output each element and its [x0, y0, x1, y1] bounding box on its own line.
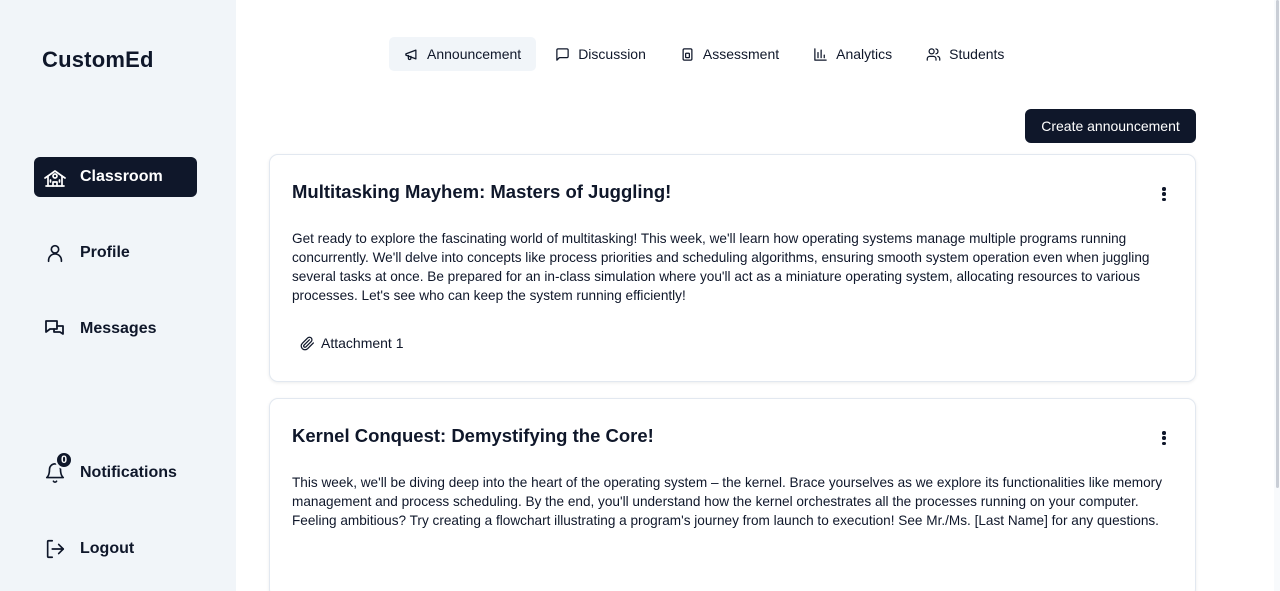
- school-icon: [42, 164, 68, 190]
- paperclip-icon: [300, 335, 316, 351]
- tab-label: Assessment: [702, 46, 780, 62]
- clipboard-icon: [680, 46, 696, 62]
- users-icon: [926, 46, 942, 62]
- tab-label: Analytics: [836, 46, 893, 62]
- tab-announcement[interactable]: Announcement: [389, 37, 537, 71]
- announcement-title: Kernel Conquest: Demystifying the Core!: [292, 425, 654, 446]
- sidebar: CustomEd Classroom Profile Messages 0 No…: [0, 0, 236, 591]
- sidebar-item-messages[interactable]: Messages: [34, 309, 197, 349]
- tab-label: Announcement: [427, 46, 522, 62]
- announcement-body: This week, we'll be diving deep into the…: [292, 475, 1163, 528]
- tab-assessment[interactable]: Assessment: [665, 37, 794, 71]
- brand-logo[interactable]: CustomEd: [42, 47, 154, 73]
- message-square-icon: [555, 46, 571, 62]
- tab-students[interactable]: Students: [911, 37, 1019, 71]
- tab-label: Discussion: [578, 46, 646, 62]
- attachment-link[interactable]: Attachment 1: [300, 331, 404, 355]
- announcement-title: Multitasking Mayhem: Masters of Juggling…: [292, 181, 672, 202]
- notification-count-badge: 0: [55, 451, 73, 469]
- messages-icon: [42, 316, 68, 342]
- sidebar-item-label: Profile: [80, 244, 130, 261]
- sidebar-item-profile[interactable]: Profile: [34, 233, 197, 273]
- sidebar-item-classroom[interactable]: Classroom: [34, 157, 197, 197]
- bar-chart-icon: [813, 46, 829, 62]
- sidebar-item-label: Classroom: [80, 168, 163, 185]
- tab-analytics[interactable]: Analytics: [798, 37, 907, 71]
- logout-icon: [42, 536, 68, 562]
- sidebar-item-notifications[interactable]: 0 Notifications: [34, 451, 197, 493]
- sidebar-item-logout[interactable]: Logout: [34, 529, 197, 569]
- classroom-tabs: Announcement Discussion Assessment Analy…: [389, 37, 1023, 71]
- user-icon: [42, 240, 68, 266]
- sidebar-item-label: Notifications: [80, 464, 177, 481]
- tab-label: Students: [949, 46, 1005, 62]
- announcement-card: Kernel Conquest: Demystifying the Core! …: [269, 398, 1196, 591]
- bell-icon: 0: [42, 451, 73, 486]
- tab-discussion[interactable]: Discussion: [540, 37, 661, 71]
- announcement-body: Get ready to explore the fascinating wor…: [292, 231, 1150, 303]
- announcement-card: Multitasking Mayhem: Masters of Juggling…: [269, 154, 1196, 382]
- create-announcement-button[interactable]: Create announcement: [1025, 109, 1196, 143]
- scrollbar-thumb[interactable]: [1276, 0, 1279, 488]
- sidebar-item-label: Messages: [80, 320, 157, 337]
- app-root: CustomEd Classroom Profile Messages 0 No…: [0, 0, 1280, 591]
- more-vertical-icon[interactable]: [1159, 185, 1169, 203]
- more-vertical-icon[interactable]: [1159, 429, 1169, 447]
- attachment-label: Attachment 1: [321, 335, 404, 351]
- sidebar-item-label: Logout: [80, 540, 135, 557]
- megaphone-icon: [404, 46, 420, 62]
